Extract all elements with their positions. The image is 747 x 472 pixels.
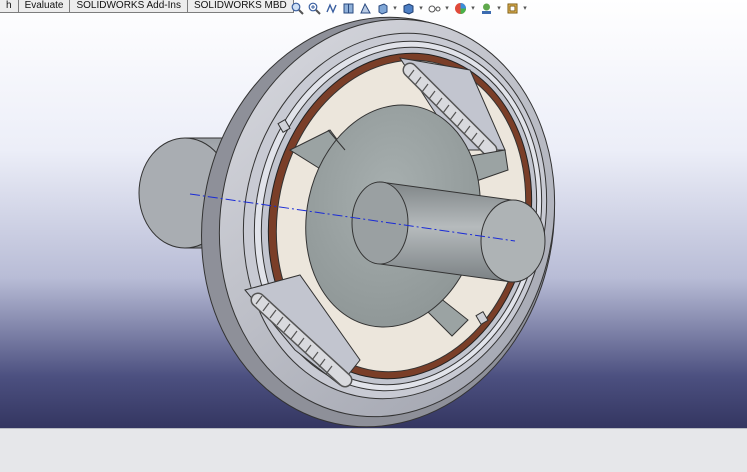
apply-scene-icon[interactable] [479,1,493,15]
heads-up-view-toolbar: ▾ ▾ ▾ ▾ ▾ ▾ [290,0,528,16]
chevron-down-icon[interactable]: ▾ [470,1,476,15]
chevron-down-icon[interactable]: ▾ [444,1,450,15]
zoom-to-area-icon[interactable] [307,1,321,15]
chevron-down-icon[interactable]: ▾ [522,1,528,15]
section-view-icon[interactable] [341,1,355,15]
chevron-down-icon[interactable]: ▾ [392,1,398,15]
view-settings-icon[interactable] [505,1,519,15]
dynamic-annotation-views-icon[interactable] [358,1,372,15]
chevron-down-icon[interactable]: ▾ [418,1,424,15]
tab-solidworks-add-ins[interactable]: SOLIDWORKS Add-Ins [69,0,188,13]
status-bar [0,428,747,472]
edit-appearance-icon[interactable] [453,1,467,15]
hide-show-items-icon[interactable] [427,1,441,15]
clutch-model[interactable] [0,0,747,428]
previous-view-icon[interactable] [324,1,338,15]
zoom-to-fit-icon[interactable] [290,1,304,15]
tab-solidworks-mbd[interactable]: SOLIDWORKS MBD [186,0,294,13]
view-orientation-icon[interactable] [375,1,389,15]
tab-evaluate[interactable]: Evaluate [17,0,71,13]
graphics-area[interactable]: h Evaluate SOLIDWORKS Add-Ins SOLIDWORKS… [0,0,747,428]
tab-sketch[interactable]: h [0,0,19,13]
command-manager-tabs: h Evaluate SOLIDWORKS Add-Ins SOLIDWORKS… [0,0,294,13]
chevron-down-icon[interactable]: ▾ [496,1,502,15]
display-style-icon[interactable] [401,1,415,15]
